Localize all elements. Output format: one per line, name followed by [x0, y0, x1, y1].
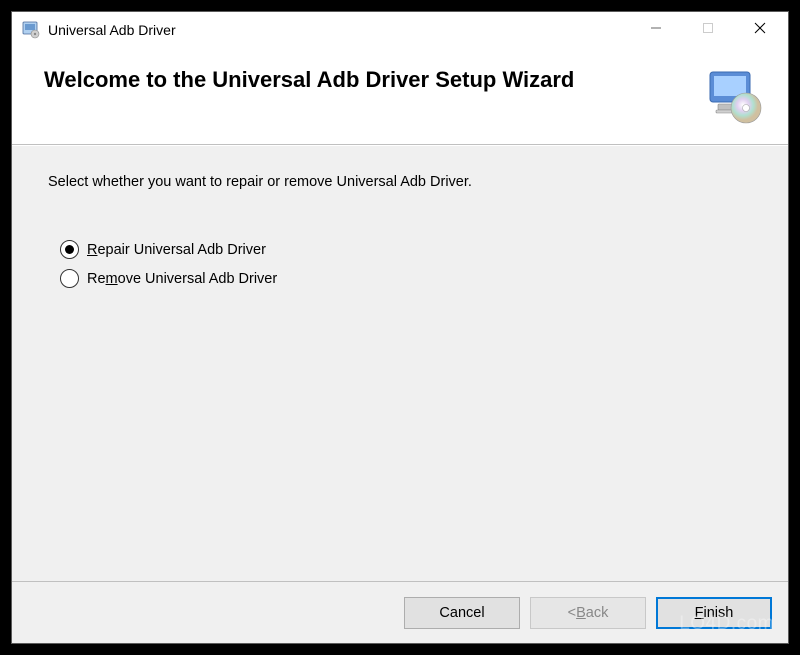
- window-controls: [630, 12, 786, 47]
- installer-icon: [704, 68, 764, 124]
- instruction-text: Select whether you want to repair or rem…: [48, 174, 752, 190]
- installer-window: Universal Adb Driver Welcome to the Univ…: [11, 11, 789, 644]
- app-icon: [22, 21, 40, 39]
- header-panel: Welcome to the Universal Adb Driver Setu…: [12, 48, 788, 145]
- radio-indicator: [60, 240, 79, 259]
- radio-remove[interactable]: Remove Universal Adb Driver: [60, 269, 752, 288]
- close-button[interactable]: [734, 12, 786, 44]
- radio-repair-label: Repair Universal Adb Driver: [87, 242, 266, 258]
- header-text: Welcome to the Universal Adb Driver Setu…: [44, 66, 692, 95]
- wizard-title: Welcome to the Universal Adb Driver Setu…: [44, 66, 692, 95]
- footer-panel: Cancel < Back Finish: [12, 581, 788, 643]
- finish-button[interactable]: Finish: [656, 597, 772, 629]
- radio-remove-label: Remove Universal Adb Driver: [87, 271, 277, 287]
- content-panel: Select whether you want to repair or rem…: [12, 145, 788, 581]
- radio-indicator: [60, 269, 79, 288]
- radio-repair[interactable]: Repair Universal Adb Driver: [60, 240, 752, 259]
- cancel-button[interactable]: Cancel: [404, 597, 520, 629]
- maximize-button[interactable]: [682, 12, 734, 44]
- radio-group: Repair Universal Adb Driver Remove Unive…: [60, 240, 752, 288]
- back-button: < Back: [530, 597, 646, 629]
- minimize-button[interactable]: [630, 12, 682, 44]
- window-title: Universal Adb Driver: [48, 22, 630, 38]
- titlebar: Universal Adb Driver: [12, 12, 788, 48]
